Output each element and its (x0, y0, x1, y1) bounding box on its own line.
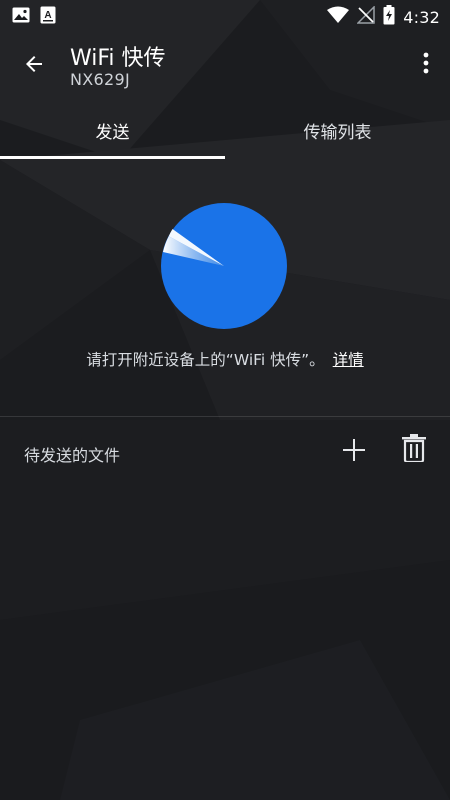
delete-files-button[interactable] (398, 434, 430, 466)
back-arrow-icon (22, 52, 46, 80)
app-bar: WiFi 快传 NX629J (0, 32, 450, 100)
device-name: NX629J (70, 70, 130, 89)
svg-text:A: A (44, 10, 51, 21)
instruction-text: 请打开附近设备上的“WiFi 快传”。 详情 (0, 348, 450, 370)
tab-send[interactable]: 发送 (0, 100, 225, 160)
section-divider (0, 416, 450, 417)
tab-bar: 发送 传输列表 (0, 100, 450, 160)
more-options-button[interactable] (414, 50, 438, 80)
more-vert-icon (423, 52, 429, 78)
battery-charging-icon (383, 5, 395, 29)
instruction-message: 请打开附近设备上的“WiFi 快传”。 (86, 351, 325, 369)
delete-icon (402, 434, 426, 466)
no-signal-icon (356, 5, 376, 28)
back-button[interactable] (14, 46, 54, 86)
pending-files-header: 待发送的文件 (0, 420, 450, 484)
tab-transfer-list[interactable]: 传输列表 (225, 100, 450, 160)
page-title: WiFi 快传 (70, 46, 166, 71)
radar-animation (160, 202, 288, 330)
wifi-icon (327, 6, 350, 28)
pending-files-label: 待发送的文件 (24, 446, 121, 465)
status-bar: A 4:32 (0, 0, 450, 32)
add-icon (342, 438, 366, 466)
add-file-button[interactable] (338, 436, 370, 468)
tab-indicator (0, 156, 225, 159)
status-time: 4:32 (403, 7, 440, 27)
details-link[interactable]: 详情 (333, 351, 364, 369)
text-recognition-icon: A (40, 6, 56, 28)
image-icon (12, 7, 30, 27)
